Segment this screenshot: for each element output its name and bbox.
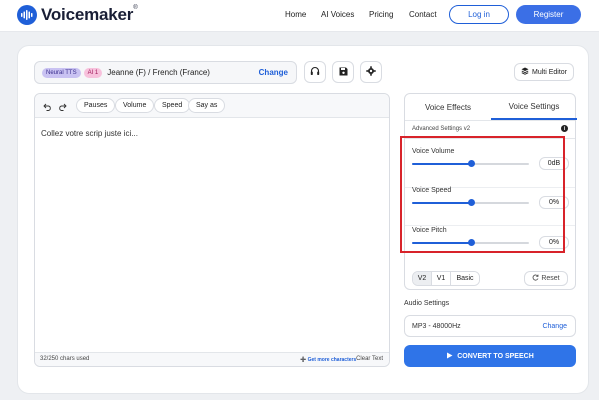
highlight-box (400, 136, 565, 253)
brand-name: Voicemaker® (41, 5, 138, 24)
audio-format-value: MP3 - 48000Hz (412, 323, 461, 330)
nav-link-home[interactable]: Home (285, 10, 306, 19)
nav-link-ai-voices[interactable]: AI Voices (321, 10, 354, 19)
info-icon[interactable]: i (561, 125, 568, 132)
clear-text-button[interactable]: Clear Text (356, 356, 383, 362)
top-navbar: Voicemaker® Home AI Voices Pricing Conta… (0, 0, 599, 32)
tab-voice-effects[interactable]: Voice Effects (405, 94, 491, 120)
reset-button[interactable]: Reset (524, 271, 568, 286)
change-audio-link[interactable]: Change (542, 323, 567, 330)
soundwave-icon (17, 5, 37, 25)
reset-icon (532, 274, 539, 283)
pauses-button[interactable]: Pauses (76, 98, 116, 113)
change-voice-link[interactable]: Change (259, 68, 288, 77)
headphones-icon (310, 63, 320, 81)
audio-format-selector[interactable]: MP3 - 48000Hz Change (404, 315, 576, 337)
redo-icon[interactable] (57, 101, 67, 111)
version-v1-button[interactable]: V1 (432, 272, 451, 285)
reset-label: Reset (541, 275, 560, 282)
speed-button[interactable]: Speed (154, 98, 191, 113)
registered-mark: ® (133, 5, 138, 11)
layers-icon (521, 67, 529, 77)
chars-used-counter: 32/250 chars used (40, 356, 90, 362)
convert-label: CONVERT TO SPEECH (457, 352, 534, 360)
preview-voice-button[interactable] (304, 61, 326, 83)
voice-selector[interactable]: Neural TTS AI 1 Jeanne (F) / French (Fra… (34, 61, 297, 84)
editor-footer: 32/250 chars used ➕ Get more characters … (35, 352, 389, 366)
multi-editor-button[interactable]: Multi Editor (514, 63, 574, 81)
say-as-button[interactable]: Say as (188, 98, 226, 113)
audio-settings-label: Audio Settings (404, 300, 450, 307)
save-button[interactable] (332, 61, 354, 83)
neural-tts-badge: Neural TTS (42, 67, 81, 78)
play-icon (446, 352, 453, 361)
gear-icon (366, 63, 376, 81)
convert-to-speech-button[interactable]: CONVERT TO SPEECH (404, 345, 576, 367)
multi-editor-label: Multi Editor (531, 68, 567, 76)
get-more-characters-link[interactable]: ➕ Get more characters (300, 357, 356, 363)
text-editor: Pauses Volume Speed Say as Collez votre … (34, 93, 390, 367)
settings-button[interactable] (360, 61, 382, 83)
volume-button[interactable]: Volume (115, 98, 155, 113)
version-basic-button[interactable]: Basic (451, 272, 479, 285)
brand-logo[interactable]: Voicemaker® (17, 5, 138, 25)
advanced-settings-label: Advanced Settings v2 (412, 126, 471, 132)
engine-version-toggle: V2 V1 Basic (412, 271, 480, 286)
nav-link-pricing[interactable]: Pricing (369, 10, 393, 19)
nav-link-contact[interactable]: Contact (409, 10, 437, 19)
editor-textarea[interactable]: Collez votre scrip juste ici... (41, 129, 138, 138)
login-button[interactable]: Log in (449, 5, 509, 24)
ai-badge: AI 1 (83, 67, 103, 78)
version-v2-button[interactable]: V2 (413, 272, 432, 285)
undo-icon[interactable] (42, 101, 52, 111)
register-button[interactable]: Register (516, 5, 581, 24)
tab-voice-settings[interactable]: Voice Settings (491, 94, 577, 120)
tabs-divider (405, 120, 575, 121)
floppy-disk-icon (339, 63, 348, 81)
editor-toolbar: Pauses Volume Speed Say as (35, 94, 389, 118)
voice-name: Jeanne (F) / French (France) (107, 68, 210, 77)
